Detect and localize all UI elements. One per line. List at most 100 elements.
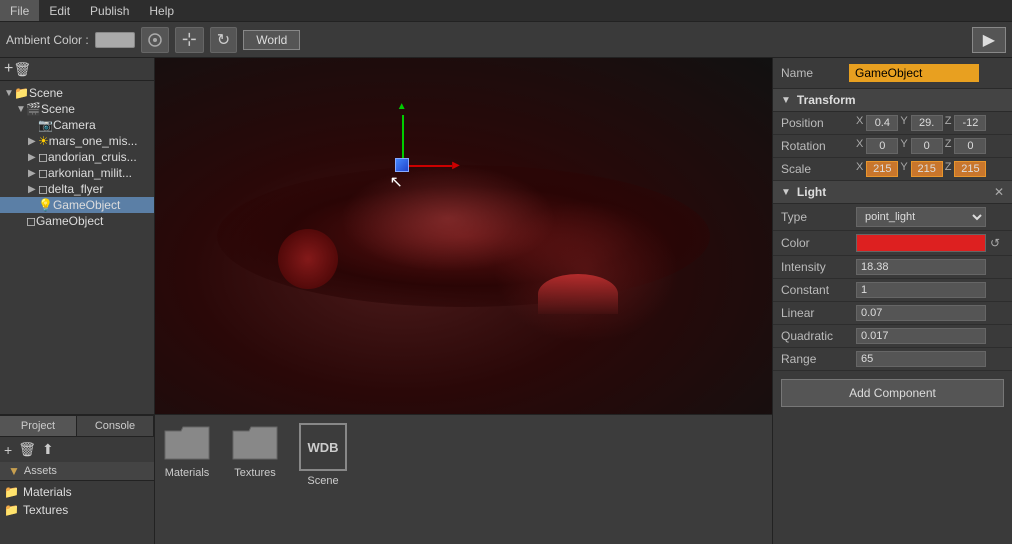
tree-item-gameobject-selected[interactable]: 💡 GameObject [0, 197, 154, 213]
light-close-btn[interactable]: ✕ [994, 185, 1004, 199]
tree-label: mars_one_mis... [49, 134, 138, 148]
position-inputs: X Y Z [856, 115, 986, 131]
menu-help[interactable]: Help [139, 0, 184, 21]
rotation-z[interactable] [954, 138, 986, 154]
tree-label: Scene [41, 102, 75, 116]
assets-textures-row[interactable]: 📁 Textures [4, 501, 150, 519]
light-type-select[interactable]: point_light [856, 207, 986, 227]
range-input[interactable] [856, 351, 986, 367]
obj-icon: ◻ [26, 214, 36, 228]
assets-toolbar: + 🗑 ⬆ [0, 436, 154, 462]
scene-tree: ▼ 📁 Scene ▼ 🎬 Scene 📷 Camera ▶ ☀ mars_on… [0, 81, 154, 414]
delete-asset-btn[interactable]: 🗑 [18, 441, 36, 458]
z-label: Z [945, 161, 952, 177]
add-asset-btn[interactable]: + [4, 442, 12, 458]
linear-input[interactable] [856, 305, 986, 321]
mesh-icon: ◻ [38, 182, 48, 196]
quadratic-row: Quadratic [773, 325, 1012, 348]
tree-item-scene-root[interactable]: ▼ 📁 Scene [0, 85, 154, 101]
color-label: Color [781, 236, 856, 250]
tree-item-mars[interactable]: ▶ ☀ mars_one_mis... [0, 133, 154, 149]
ambient-color-label: Ambient Color : [6, 33, 89, 47]
tree-label: andorian_cruis... [48, 150, 137, 164]
asset-textures[interactable]: Textures [231, 423, 279, 479]
move-tool-btn[interactable]: ⊹ [175, 27, 204, 53]
main-layout: + 🗑 ▼ 📁 Scene ▼ 🎬 Scene 📷 Camera ▶ [0, 58, 1012, 544]
x-label: X [856, 115, 863, 131]
viewport-canvas: ↖ [155, 58, 772, 414]
menu-edit[interactable]: Edit [39, 0, 80, 21]
scene-object-2 [538, 274, 618, 314]
transform-section-header[interactable]: ▼ Transform [773, 89, 1012, 112]
z-label: Z [945, 115, 952, 131]
tree-item-andorian[interactable]: ▶ ◻ andorian_cruis... [0, 149, 154, 165]
section-arrow-icon: ▼ [781, 95, 791, 106]
tab-project[interactable]: Project [0, 416, 77, 436]
x-label: X [856, 161, 863, 177]
color-picker-btn[interactable] [141, 27, 169, 53]
constant-input[interactable] [856, 282, 986, 298]
assets-materials-label: Materials [23, 485, 72, 499]
assets-materials-row[interactable]: 📁 Materials [4, 483, 150, 501]
tree-item-scene[interactable]: ▼ 🎬 Scene [0, 101, 154, 117]
scale-inputs: X Y Z [856, 161, 986, 177]
tree-item-gameobject2[interactable]: ◻ GameObject [0, 213, 154, 229]
tree-arrow [28, 120, 38, 131]
name-input[interactable] [849, 64, 979, 82]
gizmo-center [395, 158, 409, 172]
scale-z[interactable] [954, 161, 986, 177]
name-row: Name [773, 58, 1012, 89]
asset-scene[interactable]: WDB Scene [299, 423, 347, 487]
tree-item-arkonian[interactable]: ▶ ◻ arkonian_milit... [0, 165, 154, 181]
intensity-row: Intensity [773, 256, 1012, 279]
tree-item-delta[interactable]: ▶ ◻ delta_flyer [0, 181, 154, 197]
mesh-icon: ◻ [38, 166, 48, 180]
menu-file[interactable]: File [0, 0, 39, 21]
tree-arrow: ▶ [28, 168, 38, 179]
play-button[interactable]: ▶ [972, 27, 1006, 53]
light-type-row: Type point_light [773, 204, 1012, 231]
color-reset-btn[interactable]: ↺ [990, 236, 1000, 250]
position-x[interactable] [866, 115, 898, 131]
asset-label: Scene [307, 475, 338, 487]
folder-svg [163, 423, 211, 463]
type-label: Type [781, 210, 856, 224]
rotation-y[interactable] [911, 138, 943, 154]
asset-label: Materials [165, 467, 210, 479]
wdb-icon: WDB [299, 423, 347, 471]
tree-arrow: ▶ [28, 184, 38, 195]
ambient-color-swatch[interactable] [95, 32, 135, 48]
left-tabs: Project Console [0, 415, 154, 436]
light-section-header[interactable]: ▼ Light ✕ [773, 181, 1012, 204]
rotate-tool-btn[interactable]: ↻ [210, 27, 237, 53]
tab-console[interactable]: Console [77, 416, 154, 436]
constant-label: Constant [781, 283, 856, 297]
tree-label: arkonian_milit... [48, 166, 132, 180]
bottom-assets-panel: Materials Textures WDB Scene [155, 414, 772, 544]
tree-arrow [28, 200, 38, 211]
x-label: X [856, 138, 863, 154]
world-button[interactable]: World [243, 30, 300, 50]
menu-publish[interactable]: Publish [80, 0, 139, 21]
import-asset-btn[interactable]: ⬆ [42, 441, 54, 458]
asset-materials[interactable]: Materials [163, 423, 211, 479]
position-y[interactable] [911, 115, 943, 131]
left-panel: + 🗑 ▼ 📁 Scene ▼ 🎬 Scene 📷 Camera ▶ [0, 58, 155, 544]
intensity-input[interactable] [856, 259, 986, 275]
light-color-swatch[interactable] [856, 234, 986, 252]
add-component-btn[interactable]: Add Component [781, 379, 1004, 407]
quadratic-input[interactable] [856, 328, 986, 344]
viewport[interactable]: ↖ [155, 58, 772, 414]
position-z[interactable] [954, 115, 986, 131]
asset-label: Textures [234, 467, 276, 479]
add-scene-btn[interactable]: + [4, 60, 13, 78]
rotation-x[interactable] [866, 138, 898, 154]
scale-x[interactable] [866, 161, 898, 177]
delete-scene-btn[interactable]: 🗑 [13, 61, 31, 78]
mesh-icon: ◻ [38, 150, 48, 164]
folder-icon: 📁 [4, 503, 19, 517]
name-label: Name [781, 66, 841, 80]
tree-label: Camera [53, 118, 96, 132]
scale-y[interactable] [911, 161, 943, 177]
tree-item-camera[interactable]: 📷 Camera [0, 117, 154, 133]
